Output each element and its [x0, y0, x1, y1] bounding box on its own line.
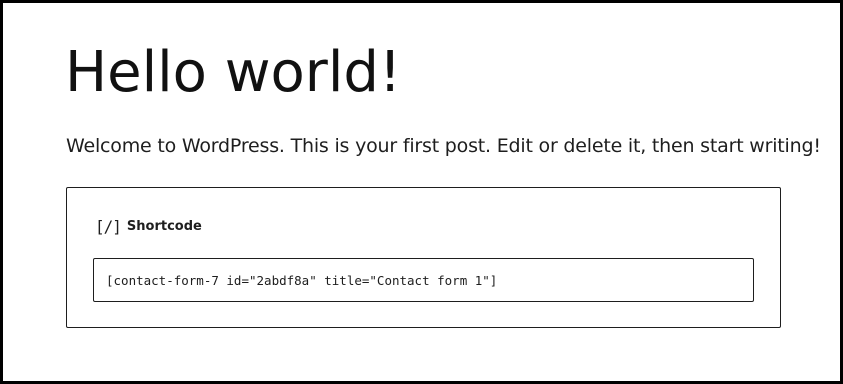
shortcode-input[interactable]	[93, 258, 754, 302]
editor-canvas: Hello world! Welcome to WordPress. This …	[0, 0, 843, 384]
post-paragraph[interactable]: Welcome to WordPress. This is your first…	[66, 133, 821, 159]
post-title[interactable]: Hello world!	[65, 33, 401, 113]
shortcode-block[interactable]: [/] Shortcode	[66, 187, 781, 328]
block-label: [/] Shortcode	[95, 216, 202, 238]
block-name: Shortcode	[126, 219, 202, 234]
shortcode-icon: [/]	[95, 217, 122, 236]
